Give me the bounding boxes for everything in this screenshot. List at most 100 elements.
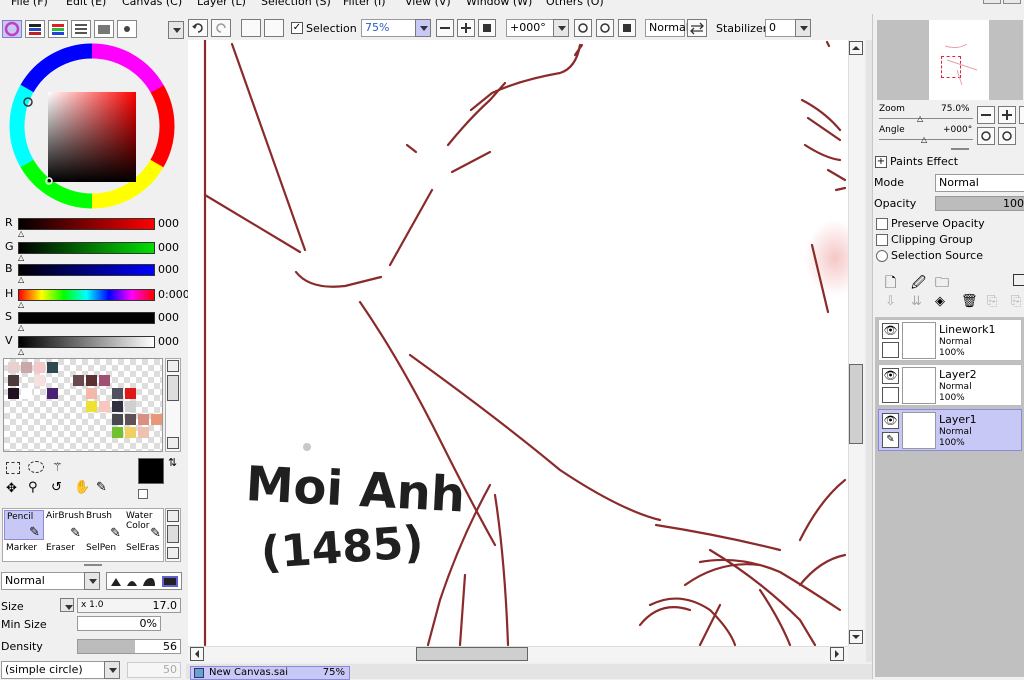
swatch-color[interactable] xyxy=(73,375,84,386)
clipping-group-checkbox[interactable] xyxy=(876,234,888,246)
rotate-icon[interactable]: ↺ xyxy=(51,480,62,495)
scratchpad-mode-button[interactable] xyxy=(94,20,114,38)
swatch-color[interactable] xyxy=(21,362,32,373)
nav-zoom-reset-button[interactable] xyxy=(1019,106,1024,124)
swatch-color[interactable] xyxy=(112,427,123,438)
menu-window[interactable]: Window (W) xyxy=(466,0,532,8)
slider-b[interactable] xyxy=(18,264,155,276)
swatch-color[interactable] xyxy=(47,362,58,373)
scroll-left-button[interactable] xyxy=(190,647,204,661)
swatch-color[interactable] xyxy=(138,427,149,438)
menu-layer[interactable]: Layer (L) xyxy=(197,0,246,8)
rect-select-icon[interactable] xyxy=(6,462,20,474)
edit-pencil-icon[interactable]: ✎ xyxy=(882,432,899,448)
swatch-color[interactable] xyxy=(34,362,45,373)
slider-thumb-g[interactable]: △ xyxy=(18,253,24,262)
rotate-right-button[interactable] xyxy=(596,19,614,37)
tool-eraser[interactable]: Eraser xyxy=(44,542,84,572)
vertical-scroll-thumb[interactable] xyxy=(849,364,863,444)
horizontal-scrollbar[interactable] xyxy=(188,646,848,662)
angle-dropdown[interactable] xyxy=(553,19,569,37)
swap-colors-icon[interactable]: ⇅ xyxy=(168,456,177,469)
tool-marker[interactable]: Marker xyxy=(4,542,44,572)
zoom-dropdown[interactable] xyxy=(415,19,431,37)
eyedropper-icon[interactable]: ✎ xyxy=(96,480,107,495)
tool-seleras[interactable]: SelEras xyxy=(124,542,164,572)
color-panel-menu-dropdown[interactable] xyxy=(168,21,184,39)
new-folder-icon[interactable]: 🗀 xyxy=(935,272,949,296)
swatch-color[interactable] xyxy=(99,401,110,412)
merge-down-icon[interactable]: ⇊ xyxy=(911,294,922,309)
nav-zoom-in-button[interactable] xyxy=(998,106,1016,124)
swatch-color[interactable] xyxy=(8,388,19,399)
swatch-color[interactable] xyxy=(125,414,136,425)
brush-shape-dropdown[interactable] xyxy=(104,661,120,679)
deselect-button[interactable] xyxy=(241,19,261,37)
primary-color-swatch[interactable] xyxy=(138,458,164,484)
canvas-tab[interactable]: New Canvas.sai 75% xyxy=(190,666,350,680)
slider-v[interactable] xyxy=(18,336,155,348)
nav-angle-thumb[interactable]: △ xyxy=(921,135,927,144)
nav-zoom-thumb[interactable]: △ xyxy=(917,114,923,123)
menu-filter[interactable]: Filter (I) xyxy=(343,0,386,8)
magic-wand-icon[interactable]: ⚚ xyxy=(52,460,63,474)
swatch-color[interactable] xyxy=(125,401,136,412)
menu-edit[interactable]: Edit (E) xyxy=(66,0,106,8)
brush-mode-field[interactable]: Normal xyxy=(1,572,85,590)
menu-canvas[interactable]: Canvas (C) xyxy=(122,0,182,8)
angle-field[interactable]: +000° xyxy=(506,19,556,37)
selection-checkbox[interactable]: ✓ xyxy=(291,22,303,34)
scratchpad-icon[interactable] xyxy=(117,20,137,38)
nav-rotate-left-button[interactable] xyxy=(977,127,995,145)
invert-selection-button[interactable] xyxy=(264,19,284,37)
swatch-color[interactable] xyxy=(21,388,32,399)
new-layer-icon[interactable]: 🗋 xyxy=(885,272,896,296)
slider-h[interactable] xyxy=(18,289,155,301)
tool-airbrush[interactable]: AirBrush ✎ xyxy=(44,510,84,540)
color-wheel-mode-button[interactable] xyxy=(2,20,22,38)
swatch-color[interactable] xyxy=(8,362,19,373)
slider-thumb-b[interactable]: △ xyxy=(18,275,24,284)
minimize-button[interactable] xyxy=(983,0,1001,4)
lasso-icon[interactable] xyxy=(28,461,44,473)
scroll-up-button[interactable] xyxy=(849,41,863,55)
navigator-preview[interactable] xyxy=(877,20,1023,100)
swatch-color[interactable] xyxy=(34,375,45,386)
swatch-color[interactable] xyxy=(125,388,136,399)
horizontal-scroll-thumb[interactable] xyxy=(416,647,528,661)
swatch-grid[interactable] xyxy=(3,358,163,452)
swatch-color[interactable] xyxy=(112,388,123,399)
blend-mode-field[interactable]: Normal xyxy=(645,19,689,37)
layer-mode-field[interactable]: Normal xyxy=(935,174,1024,192)
swatch-color[interactable] xyxy=(8,375,19,386)
preserve-opacity-checkbox[interactable] xyxy=(876,218,888,230)
stabilizer-dropdown[interactable] xyxy=(795,19,811,37)
swatch-color[interactable] xyxy=(86,388,97,399)
size-slider[interactable]: x 1.0 17.0 xyxy=(77,598,181,613)
swatch-color[interactable] xyxy=(125,427,136,438)
stabilizer-field[interactable]: 0 xyxy=(765,19,797,37)
brush-shape-field[interactable]: (simple circle) xyxy=(1,661,105,679)
selection-source-radio[interactable] xyxy=(876,250,888,262)
tool-scrollbar[interactable] xyxy=(165,508,181,562)
tool-brush[interactable]: Brush ✎ xyxy=(84,510,124,540)
tool-selpen[interactable]: SelPen xyxy=(84,542,124,572)
scroll-down-button[interactable] xyxy=(849,630,863,644)
undo-button[interactable] xyxy=(188,19,208,37)
transfer-down-icon[interactable]: ⇩ xyxy=(885,294,896,309)
menu-others[interactable]: Others (O) xyxy=(546,0,604,8)
zoom-in-button[interactable] xyxy=(457,19,475,37)
clear-layer-icon[interactable]: ◈ xyxy=(935,294,945,309)
delete-layer-icon[interactable]: 🗑 xyxy=(961,294,978,309)
zoom-reset-button[interactable] xyxy=(478,19,496,37)
layer-row[interactable]: 👁 Layer2 Normal 100% xyxy=(878,364,1022,406)
nav-rotate-right-button[interactable] xyxy=(998,127,1016,145)
rotate-left-button[interactable] xyxy=(574,19,592,37)
swatch-color[interactable] xyxy=(47,388,58,399)
slider-thumb-s[interactable]: △ xyxy=(18,323,24,332)
swatch-color[interactable] xyxy=(151,414,162,425)
nav-zoom-out-button[interactable] xyxy=(977,106,995,124)
layer-paste-icon[interactable]: ⎘ xyxy=(1011,294,1021,309)
swatch-color[interactable] xyxy=(86,401,97,412)
vertical-scrollbar[interactable] xyxy=(848,40,864,646)
